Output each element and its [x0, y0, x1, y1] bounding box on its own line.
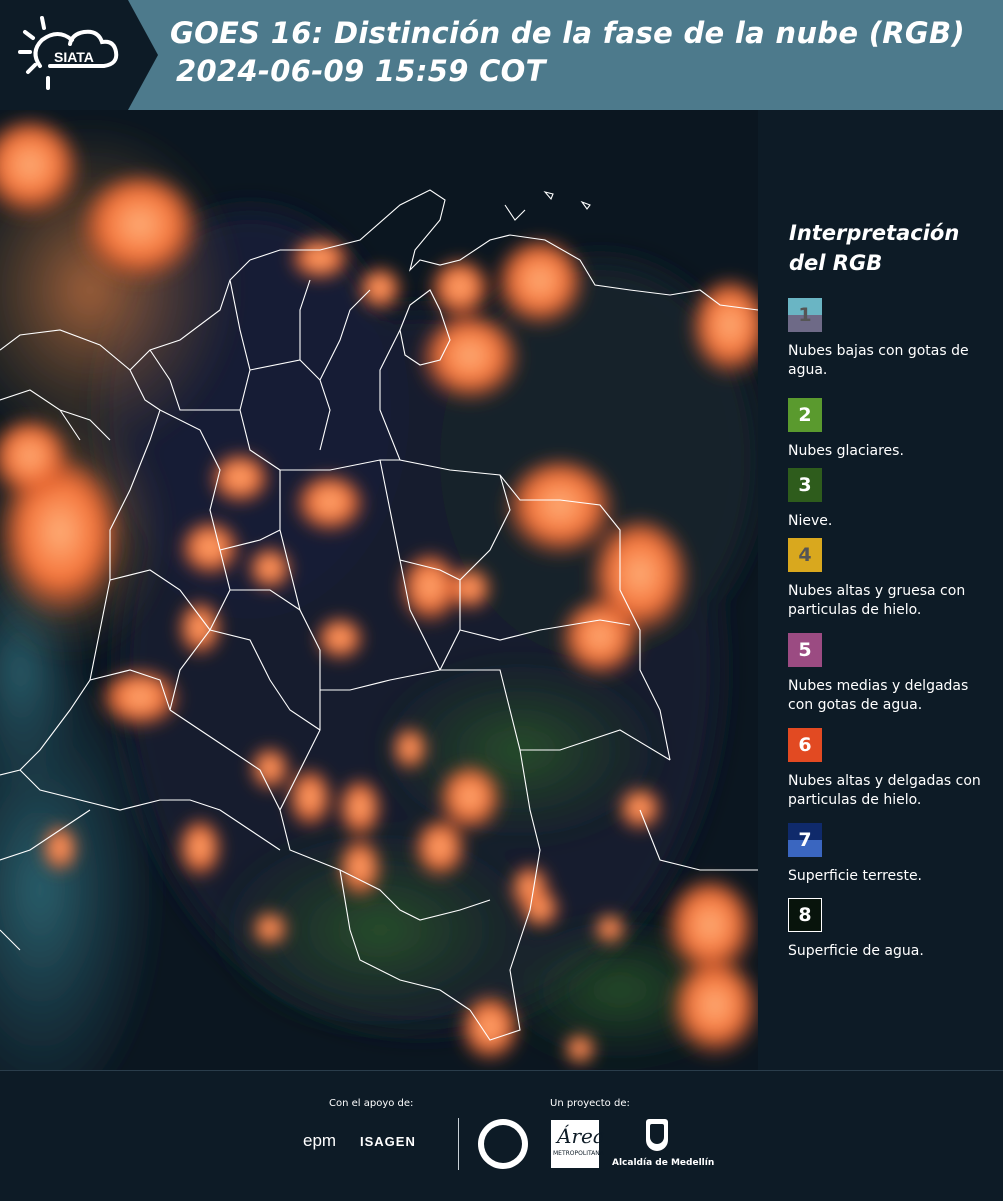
- legend-swatch-2: 2: [788, 398, 822, 432]
- legend-text: Superficie terreste.: [788, 868, 923, 884]
- footer: Con el apoyo de: Un proyecto de: epm ISA…: [0, 1070, 1003, 1201]
- legend-title-line-2: del RGB: [789, 251, 883, 275]
- legend-text: Nubes glaciares.: [788, 443, 904, 459]
- legend-swatch-4: 4: [788, 538, 822, 572]
- legend-swatch-1: 1: [788, 298, 822, 332]
- legend-number: 6: [798, 734, 812, 756]
- legend-text: Nubes medias y delgadas con gotas de agu…: [788, 678, 969, 713]
- legend-title: Interpretación del RGB: [789, 218, 959, 278]
- legend-title-line-1: Interpretación: [789, 221, 960, 245]
- legend-item-6: 6 Nubes altas y delgadas con particulas d…: [788, 728, 993, 810]
- legend-number: 4: [798, 544, 812, 566]
- siata-logo: SIATA: [0, 0, 158, 110]
- alcaldia-logo-text: Alcaldía de Medellín: [612, 1158, 715, 1168]
- legend-number: 1: [798, 304, 812, 326]
- legend-panel: Interpretación del RGB 1 Nubes bajas con …: [760, 110, 1003, 1070]
- project-label: Un proyecto de:: [550, 1098, 630, 1109]
- legend-number: 2: [798, 404, 812, 426]
- header: SIATA GOES 16: Distinción de la fase de …: [0, 0, 1003, 110]
- title-line-2: 2024-06-09 15:59 COT: [176, 54, 546, 88]
- support-label: Con el apoyo de:: [329, 1098, 414, 1109]
- area-metropolitana-logo: Área METROPOLITANA: [551, 1120, 605, 1168]
- footer-divider: [458, 1118, 459, 1170]
- alcaldia-shield-icon: [646, 1119, 668, 1151]
- page-title: GOES 16: Distinción de la fase de la nub…: [170, 14, 965, 90]
- isagen-logo: ISAGEN: [360, 1134, 416, 1149]
- epm-logo: epm: [303, 1131, 337, 1150]
- legend-item-5: 5 Nubes medias y delgadas con gotas de ag…: [788, 633, 993, 715]
- legend-text: Nubes altas y gruesa con particulas de h…: [788, 583, 966, 618]
- legend-item-8: 8 Superficie de agua.: [788, 898, 993, 961]
- legend-text: Nieve.: [788, 513, 833, 529]
- legend-item-3: 3 Nieve.: [788, 468, 993, 531]
- legend-item-2: 2 Nubes glaciares.: [788, 398, 993, 461]
- legend-number: 5: [798, 639, 812, 661]
- siata-logo-text: SIATA: [54, 49, 94, 65]
- legend-swatch-5: 5: [788, 633, 822, 667]
- legend-number: 8: [798, 904, 812, 926]
- legend-swatch-6: 6: [788, 728, 822, 762]
- satellite-map[interactable]: [0, 110, 758, 1070]
- legend-swatch-8: 8: [788, 898, 822, 932]
- legend-item-1: 1 Nubes bajas con gotas de agua.: [788, 298, 993, 380]
- area-logo-subtext: METROPOLITANA: [553, 1150, 604, 1157]
- legend-item-7: 7 Superficie terreste.: [788, 823, 993, 886]
- area-logo-text: Área: [557, 1124, 605, 1148]
- legend-number: 3: [798, 474, 812, 496]
- medellin-seal-logo: [478, 1119, 528, 1169]
- legend-text: Nubes bajas con gotas de agua.: [788, 343, 969, 378]
- legend-item-4: 4 Nubes altas y gruesa con particulas de …: [788, 538, 993, 620]
- legend-swatch-7: 7: [788, 823, 822, 857]
- legend-number: 7: [798, 829, 812, 851]
- title-line-1: GOES 16: Distinción de la fase de la nub…: [170, 16, 965, 50]
- legend-text: Superficie de agua.: [788, 943, 924, 959]
- legend-swatch-3: 3: [788, 468, 822, 502]
- legend-text: Nubes altas y delgadas con particulas de…: [788, 773, 981, 808]
